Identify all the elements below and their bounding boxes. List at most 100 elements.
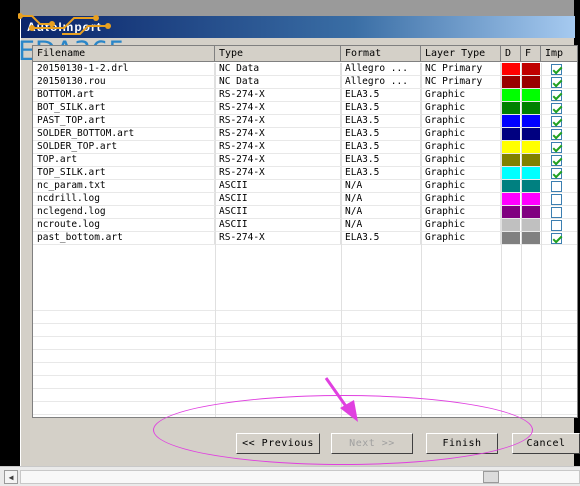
title-bar[interactable]: AutoImport: [21, 16, 575, 38]
cell-layer-type: NC Primary: [421, 76, 501, 88]
import-checkbox[interactable]: [551, 115, 562, 127]
cell-imp: [541, 63, 577, 75]
d-color-swatch[interactable]: [501, 115, 521, 127]
import-checkbox[interactable]: [551, 206, 562, 218]
f-color-swatch[interactable]: [521, 167, 541, 179]
f-color-swatch[interactable]: [521, 115, 541, 127]
import-checkbox[interactable]: [551, 102, 562, 114]
f-color-swatch[interactable]: [521, 76, 541, 88]
cell-filename: BOTTOM.art: [33, 89, 215, 101]
cell-type: ASCII: [215, 219, 341, 231]
d-color-swatch[interactable]: [501, 193, 521, 205]
cell-format: Allegro ...: [341, 76, 421, 88]
header-f[interactable]: F: [521, 46, 541, 62]
cell-layer-type: Graphic: [421, 102, 501, 114]
f-color-swatch[interactable]: [521, 219, 541, 231]
cell-format: ELA3.5: [341, 154, 421, 166]
horizontal-scrollbar[interactable]: ◀: [0, 466, 580, 486]
cell-format: ELA3.5: [341, 89, 421, 101]
table-row[interactable]: 20150130-1-2.drl NC Data Allegro ... NC Pri…: [33, 63, 577, 76]
table-row[interactable]: SOLDER_TOP.art RS-274-X ELA3.5 Graphic: [33, 141, 577, 154]
d-color-swatch[interactable]: [501, 206, 521, 218]
file-list-table[interactable]: Filename Type Format Layer Type D F Imp …: [32, 45, 578, 418]
f-color-swatch[interactable]: [521, 193, 541, 205]
header-type[interactable]: Type: [215, 46, 341, 62]
cell-filename: nc_param.txt: [33, 180, 215, 192]
cell-type: ASCII: [215, 193, 341, 205]
cell-format: ELA3.5: [341, 232, 421, 244]
header-d[interactable]: D: [501, 46, 521, 62]
import-checkbox[interactable]: [551, 180, 562, 192]
table-row[interactable]: ncroute.log ASCII N/A Graphic: [33, 219, 577, 232]
table-row[interactable]: ncdrill.log ASCII N/A Graphic: [33, 193, 577, 206]
import-checkbox[interactable]: [551, 219, 562, 231]
table-row[interactable]: nclegend.log ASCII N/A Graphic: [33, 206, 577, 219]
table-row[interactable]: SOLDER_BOTTOM.art RS-274-X ELA3.5 Graphic: [33, 128, 577, 141]
d-color-swatch[interactable]: [501, 128, 521, 140]
import-checkbox[interactable]: [551, 63, 562, 75]
import-checkbox[interactable]: [551, 154, 562, 166]
cell-type: RS-274-X: [215, 154, 341, 166]
header-imp[interactable]: Imp: [541, 46, 577, 62]
column-divider: [541, 63, 542, 417]
import-checkbox[interactable]: [551, 141, 562, 153]
d-color-swatch[interactable]: [501, 219, 521, 231]
f-color-swatch[interactable]: [521, 102, 541, 114]
import-checkbox[interactable]: [551, 89, 562, 101]
d-color-swatch[interactable]: [501, 232, 521, 244]
header-layer-type[interactable]: Layer Type: [421, 46, 501, 62]
cell-format: N/A: [341, 219, 421, 231]
d-color-swatch[interactable]: [501, 89, 521, 101]
table-row[interactable]: 20150130.rou NC Data Allegro ... NC Primary: [33, 76, 577, 89]
header-format[interactable]: Format: [341, 46, 421, 62]
table-row[interactable]: PAST_TOP.art RS-274-X ELA3.5 Graphic: [33, 115, 577, 128]
scroll-left-arrow-icon[interactable]: ◀: [4, 470, 18, 484]
cell-filename: SOLDER_BOTTOM.art: [33, 128, 215, 140]
table-row[interactable]: BOTTOM.art RS-274-X ELA3.5 Graphic: [33, 89, 577, 102]
cell-filename: 20150130.rou: [33, 76, 215, 88]
f-color-swatch[interactable]: [521, 128, 541, 140]
f-color-swatch[interactable]: [521, 180, 541, 192]
cell-layer-type: Graphic: [421, 167, 501, 179]
cell-layer-type: Graphic: [421, 154, 501, 166]
d-color-swatch[interactable]: [501, 102, 521, 114]
f-color-swatch[interactable]: [521, 206, 541, 218]
cell-imp: [541, 128, 577, 140]
table-row[interactable]: past_bottom.art RS-274-X ELA3.5 Graphic: [33, 232, 577, 245]
f-color-swatch[interactable]: [521, 232, 541, 244]
d-color-swatch[interactable]: [501, 76, 521, 88]
import-checkbox[interactable]: [551, 167, 562, 179]
cell-filename: ncroute.log: [33, 219, 215, 231]
f-color-swatch[interactable]: [521, 141, 541, 153]
f-color-swatch[interactable]: [521, 89, 541, 101]
column-divider: [521, 63, 522, 417]
d-color-swatch[interactable]: [501, 154, 521, 166]
f-color-swatch[interactable]: [521, 154, 541, 166]
table-row[interactable]: nc_param.txt ASCII N/A Graphic: [33, 180, 577, 193]
cell-type: ASCII: [215, 180, 341, 192]
d-color-swatch[interactable]: [501, 63, 521, 75]
d-color-swatch[interactable]: [501, 180, 521, 192]
import-checkbox[interactable]: [551, 232, 562, 244]
table-row[interactable]: TOP.art RS-274-X ELA3.5 Graphic: [33, 154, 577, 167]
cell-format: ELA3.5: [341, 141, 421, 153]
pointer-arrow-icon: [324, 377, 358, 422]
cell-layer-type: Graphic: [421, 89, 501, 101]
cell-layer-type: Graphic: [421, 232, 501, 244]
table-row[interactable]: BOT_SILK.art RS-274-X ELA3.5 Graphic: [33, 102, 577, 115]
column-divider: [341, 63, 342, 417]
cell-filename: BOT_SILK.art: [33, 102, 215, 114]
table-row[interactable]: TOP_SILK.art RS-274-X ELA3.5 Graphic: [33, 167, 577, 180]
f-color-swatch[interactable]: [521, 63, 541, 75]
table-body: 20150130-1-2.drl NC Data Allegro ... NC Pri…: [33, 63, 577, 245]
cell-filename: PAST_TOP.art: [33, 115, 215, 127]
scroll-thumb[interactable]: [483, 471, 499, 483]
cell-layer-type: Graphic: [421, 180, 501, 192]
d-color-swatch[interactable]: [501, 141, 521, 153]
cell-filename: past_bottom.art: [33, 232, 215, 244]
d-color-swatch[interactable]: [501, 167, 521, 179]
import-checkbox[interactable]: [551, 193, 562, 205]
import-checkbox[interactable]: [551, 128, 562, 140]
import-checkbox[interactable]: [551, 76, 562, 88]
header-filename[interactable]: Filename: [33, 46, 215, 62]
